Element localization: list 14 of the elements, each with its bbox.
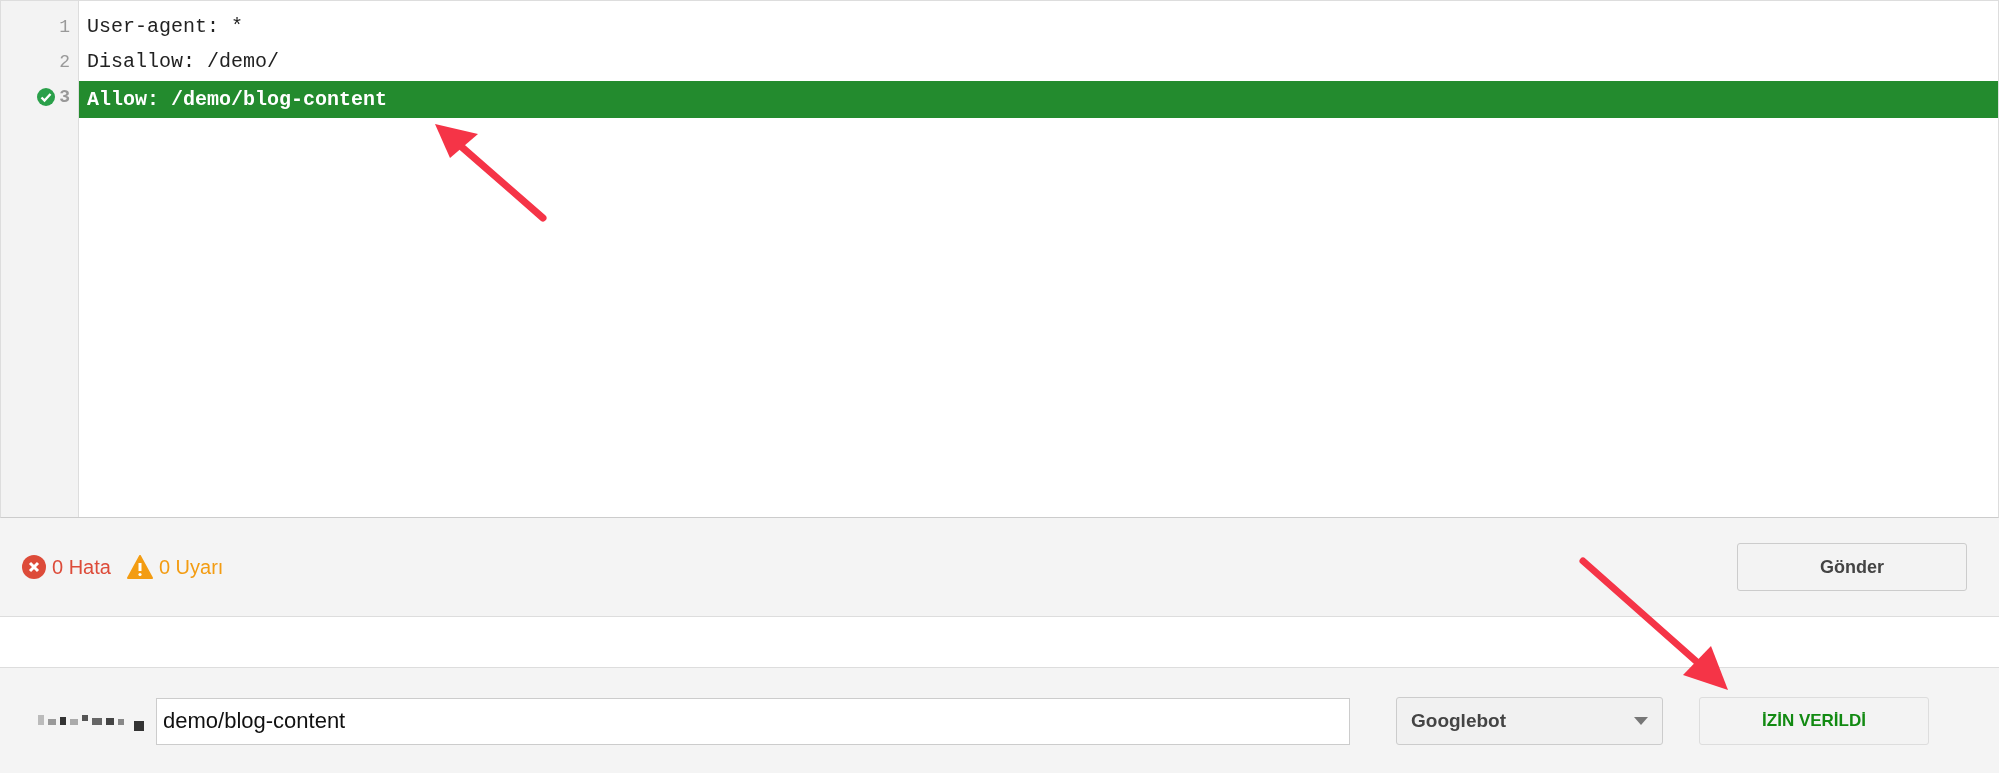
error-icon — [22, 555, 46, 579]
error-count: 0 Hata — [52, 555, 111, 579]
line-number: 1 — [59, 16, 70, 37]
url-field[interactable]: demo/blog-content — [156, 697, 1350, 745]
result-button[interactable]: İZİN VERİLDİ — [1699, 697, 1929, 745]
caret-icon — [1634, 717, 1648, 725]
line-number: 3 — [59, 86, 70, 107]
submit-button[interactable]: Gönder — [1737, 543, 1967, 591]
code-line: Disallow: /demo/ — [86, 49, 281, 75]
code-line: User-agent: * — [86, 14, 245, 40]
warning-icon — [126, 555, 153, 579]
line-number: 2 — [59, 51, 70, 72]
user-agent-dropdown[interactable]: Googlebot — [1396, 697, 1663, 745]
warning-count: 0 Uyarı — [158, 555, 224, 579]
